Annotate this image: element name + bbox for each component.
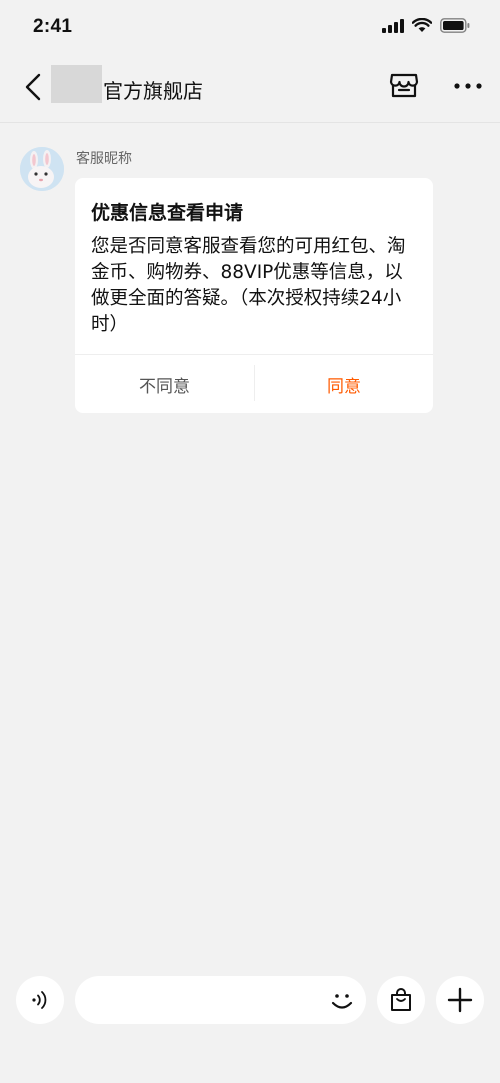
decline-button[interactable]: 不同意 (75, 355, 254, 413)
status-icons (382, 18, 470, 33)
battery-icon (440, 18, 470, 33)
wifi-icon (412, 18, 432, 32)
voice-button[interactable] (16, 976, 64, 1024)
status-bar: 2:41 (0, 0, 500, 60)
smile-icon[interactable] (327, 986, 357, 1016)
message-input[interactable] (75, 976, 366, 1024)
chevron-left-icon[interactable] (20, 72, 50, 102)
nav-bar: 官方旗舰店 (0, 60, 500, 123)
plus-button[interactable] (436, 976, 484, 1024)
card-body: 您是否同意客服查看您的可用红包、淘金币、购物券、88VIP优惠等信息，以做更全面… (91, 236, 406, 335)
shopping-bag-button[interactable] (377, 976, 425, 1024)
store-icon[interactable] (387, 68, 421, 102)
rabbit-avatar-icon (20, 147, 64, 191)
shopping-bag-icon (391, 988, 411, 1011)
agent-avatar[interactable] (20, 147, 64, 191)
store-logo-placeholder (51, 65, 102, 103)
more-dots-icon[interactable] (452, 74, 484, 98)
input-bar (0, 958, 500, 1083)
agree-button[interactable]: 同意 (255, 355, 433, 413)
voice-icon (32, 991, 47, 1009)
status-time: 2:41 (33, 16, 73, 37)
plus-icon (447, 987, 473, 1013)
authorization-request-card: 优惠信息查看申请 您是否同意客服查看您的可用红包、淘金币、购物券、88VIP优惠… (75, 178, 433, 413)
store-name[interactable]: 官方旗舰店 (103, 75, 203, 104)
agent-nickname: 客服昵称 (76, 151, 132, 167)
cellular-signal-icon (382, 18, 404, 33)
card-title: 优惠信息查看申请 (91, 202, 244, 224)
